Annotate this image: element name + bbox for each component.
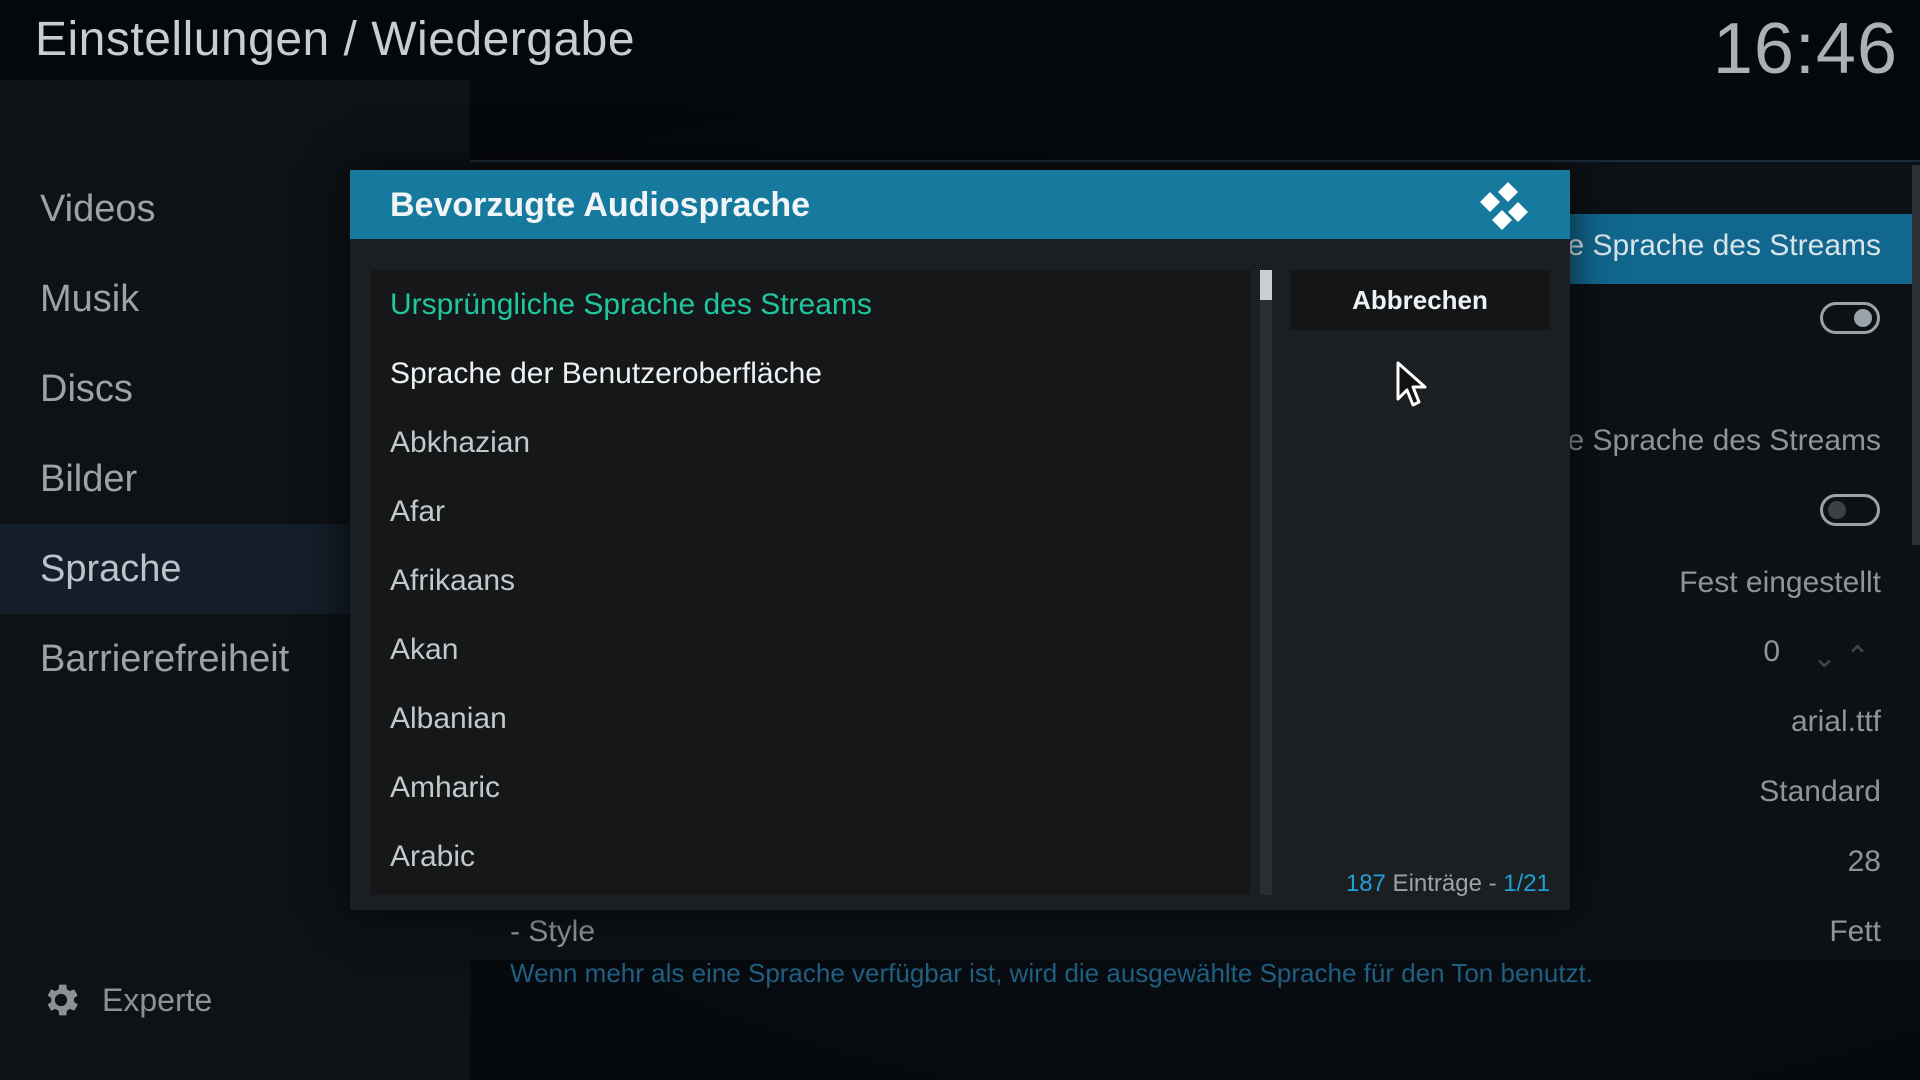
dialog-header: Bevorzugte Audiosprache <box>350 170 1570 239</box>
list-item[interactable]: Amharic <box>371 753 1251 822</box>
item-count-page: 1/21 <box>1503 870 1550 897</box>
setting-description: Wenn mehr als eine Sprache verfügbar ist… <box>510 958 1593 988</box>
kodi-settings-screen: Einstellungen / Wiedergabe 16:46 Videos … <box>0 0 1920 1080</box>
list-item[interactable]: Sprache der Benutzeroberfläche <box>371 339 1251 408</box>
list-item[interactable]: Akan <box>371 615 1251 684</box>
expert-label: Experte <box>102 981 213 1018</box>
setting-offset-value[interactable]: 0 <box>1763 635 1780 669</box>
setting-font-value[interactable]: arial.ttf <box>1791 705 1881 739</box>
list-item[interactable]: Ursprüngliche Sprache des Streams <box>371 270 1251 339</box>
gear-icon <box>47 984 78 1016</box>
select-dialog: Bevorzugte Audiosprache Ursprüngliche Sp… <box>350 170 1570 910</box>
list-scrollbar[interactable] <box>1260 270 1272 895</box>
spinner-arrows-icon[interactable]: ⌄⌃ <box>1812 640 1878 675</box>
setting-position-value[interactable]: Fest eingestellt <box>1679 566 1881 600</box>
clock: 16:46 <box>1712 9 1898 89</box>
setting-style-value[interactable]: Fett <box>1829 915 1881 949</box>
expert-toggle[interactable]: Experte <box>40 970 212 1030</box>
cancel-button[interactable]: Abbrechen <box>1290 270 1550 330</box>
setting-toggle-2[interactable] <box>1820 494 1880 526</box>
page-title: Einstellungen / Wiedergabe <box>35 13 636 66</box>
list-item[interactable]: Afar <box>371 477 1251 546</box>
list-item[interactable]: Afrikaans <box>371 546 1251 615</box>
kodi-logo-icon <box>1480 182 1528 230</box>
item-count: 187 Einträge - 1/21 <box>1346 870 1550 898</box>
setting-size-value[interactable]: 28 <box>1848 845 1881 879</box>
setting-charset-value[interactable]: Standard <box>1759 775 1881 809</box>
list-item[interactable]: Albanian <box>371 684 1251 753</box>
setting-style-label[interactable]: - Style <box>510 915 595 949</box>
setting-subtitle-language-value[interactable]: he Sprache des Streams <box>1551 424 1881 458</box>
mouse-cursor-icon <box>1396 361 1427 407</box>
dialog-title: Bevorzugte Audiosprache <box>390 186 811 224</box>
list-item[interactable]: Arabic <box>371 822 1251 891</box>
settings-scrollbar[interactable] <box>1912 165 1920 545</box>
setting-toggle-1[interactable] <box>1820 302 1880 334</box>
scrollbar-thumb[interactable] <box>1260 270 1272 300</box>
language-list: Ursprüngliche Sprache des Streams Sprach… <box>371 270 1251 895</box>
setting-audio-language-value[interactable]: he Sprache des Streams <box>1551 229 1881 263</box>
item-count-total: 187 <box>1345 870 1386 897</box>
item-count-label: Einträge - <box>1385 870 1504 897</box>
list-item[interactable]: Abkhazian <box>371 408 1251 477</box>
